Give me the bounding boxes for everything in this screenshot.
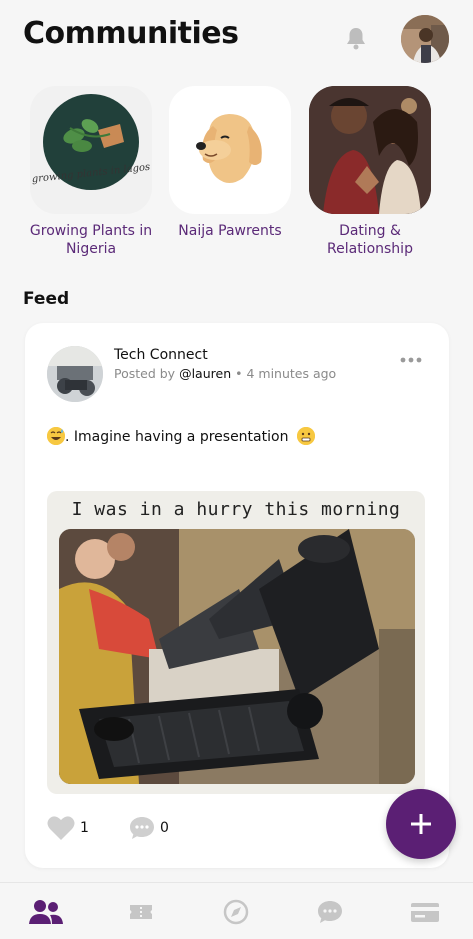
- user-avatar[interactable]: [401, 15, 449, 63]
- card-icon[interactable]: [407, 897, 443, 927]
- post-meta: Posted by @lauren • 4 minutes ago: [114, 366, 336, 381]
- page-title: Communities: [23, 16, 239, 51]
- community-card-plants[interactable]: growing plants in lagos Growing Plants i…: [26, 86, 156, 258]
- community-logo-plants: growing plants in lagos: [30, 86, 152, 214]
- communities-icon[interactable]: [28, 897, 64, 927]
- header: Communities: [0, 0, 473, 75]
- sweat-smile-emoji-icon: [47, 427, 65, 445]
- grimace-emoji-icon: [296, 427, 315, 445]
- create-post-button[interactable]: [386, 789, 456, 859]
- community-logo-pawrents: [169, 86, 291, 214]
- like-count: 1: [80, 820, 89, 836]
- comment-icon[interactable]: [129, 815, 155, 841]
- meme-caption: I was in a hurry this morning: [71, 499, 401, 520]
- post-username[interactable]: @lauren: [179, 366, 231, 381]
- feed-heading: Feed: [23, 289, 70, 309]
- community-card-pawrents[interactable]: Naija Pawrents: [165, 86, 295, 240]
- post-time: 4 minutes ago: [246, 366, 337, 381]
- compass-icon[interactable]: [218, 897, 254, 927]
- chat-icon[interactable]: [312, 897, 348, 927]
- post-image[interactable]: I was in a hurry this morning: [47, 491, 425, 794]
- bell-icon[interactable]: [345, 26, 367, 50]
- meme-photo: [59, 529, 415, 784]
- communities-row: growing plants in lagos Growing Plants i…: [0, 86, 473, 266]
- plus-icon: [411, 814, 431, 834]
- community-avatar[interactable]: [47, 346, 103, 402]
- community-label: Growing Plants in Nigeria: [29, 223, 153, 257]
- ticket-icon[interactable]: [123, 897, 159, 927]
- post-actions: 1 0: [47, 813, 347, 843]
- community-label: Dating & Relationship: [327, 223, 413, 257]
- meta-separator: •: [235, 366, 243, 381]
- community-card-dating[interactable]: Dating & Relationship: [305, 86, 435, 258]
- post-community-name[interactable]: Tech Connect: [114, 347, 208, 363]
- heart-icon[interactable]: [47, 815, 75, 841]
- bottom-nav: [0, 882, 473, 939]
- posted-by-text: Posted by: [114, 366, 176, 381]
- community-label: Naija Pawrents: [178, 223, 282, 239]
- more-options-icon[interactable]: [399, 356, 423, 364]
- community-logo-dating: [309, 86, 431, 214]
- post-text: . Imagine having a presentation: [47, 427, 315, 445]
- post-text-body: . Imagine having a presentation: [65, 429, 289, 445]
- comment-count: 0: [160, 820, 169, 836]
- post-card[interactable]: Tech Connect Posted by @lauren • 4 minut…: [25, 323, 449, 868]
